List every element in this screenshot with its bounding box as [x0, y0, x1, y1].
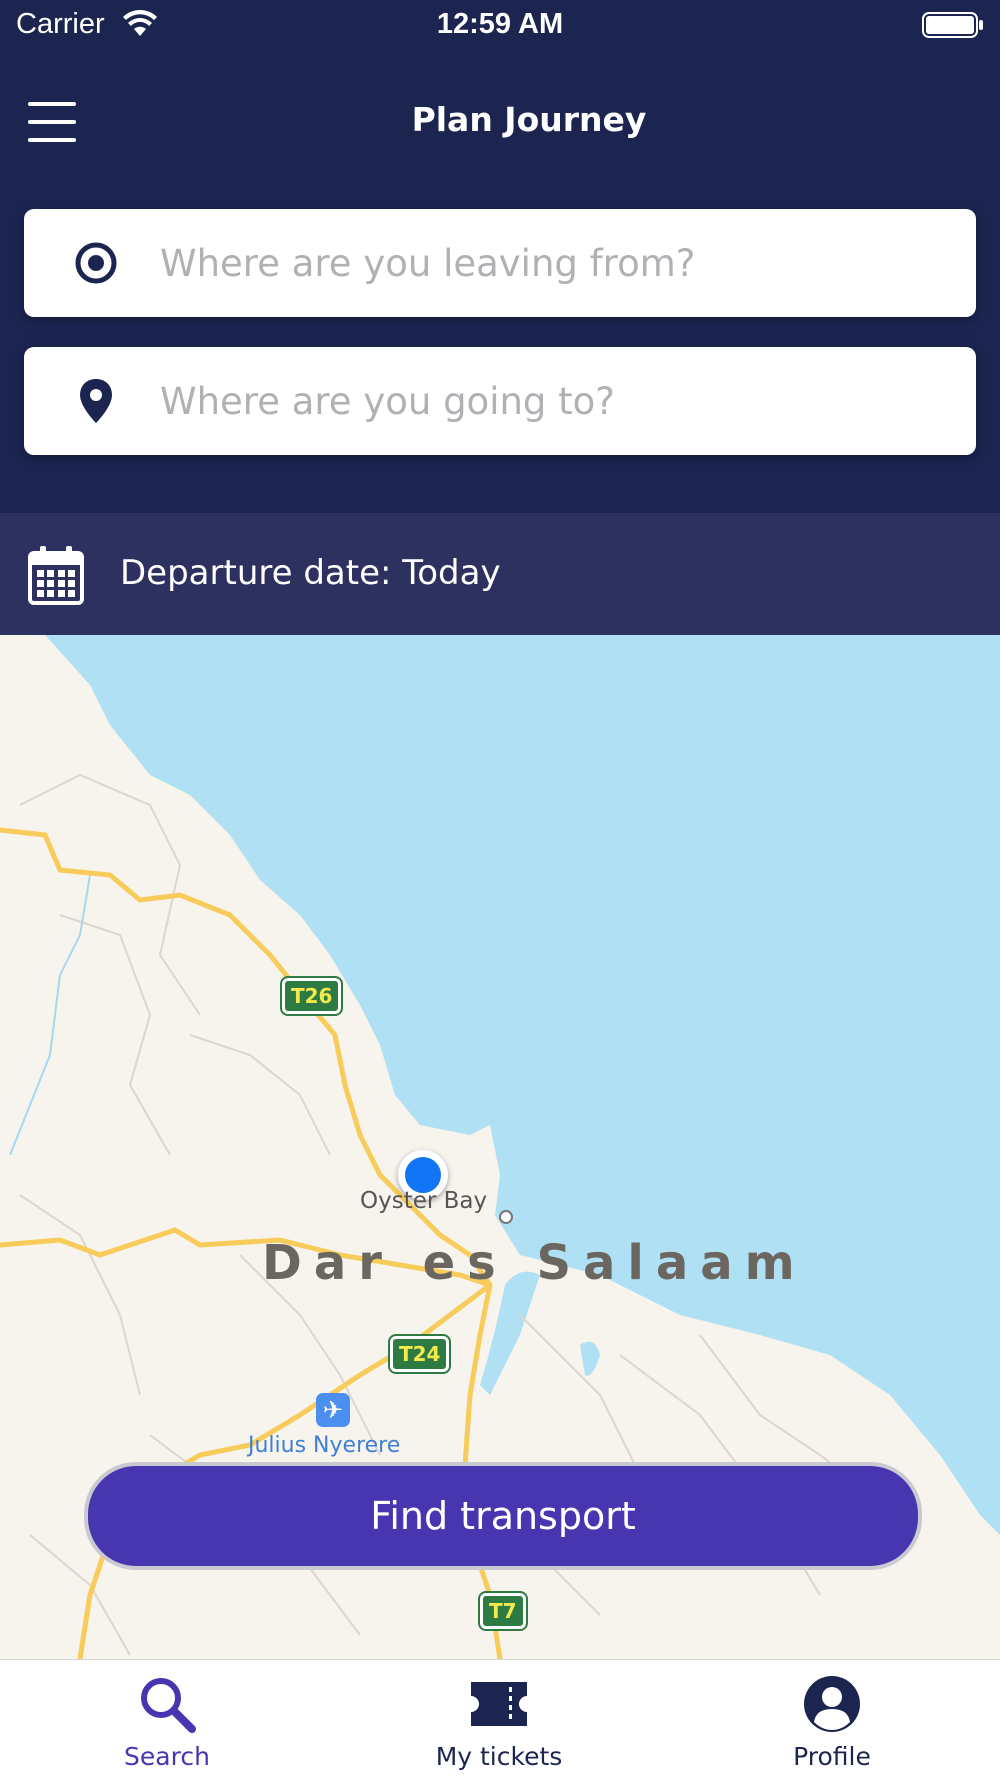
- tab-search[interactable]: Search: [42, 1660, 292, 1779]
- nav-bar: Plan Journey: [0, 50, 1000, 190]
- calendar-icon: [28, 546, 84, 605]
- battery-icon: [922, 12, 983, 38]
- tab-search-label: Search: [124, 1742, 210, 1771]
- road-badge-t24: T24: [390, 1336, 450, 1372]
- find-transport-button[interactable]: Find transport: [84, 1462, 922, 1570]
- origin-input[interactable]: [136, 229, 984, 297]
- ticket-icon: [471, 1682, 527, 1726]
- map-label-city: Dar es Salaam: [262, 1235, 807, 1291]
- tab-profile[interactable]: Profile: [707, 1660, 957, 1779]
- departure-date-bar[interactable]: Departure date: Today: [0, 513, 1000, 635]
- destination-input[interactable]: [136, 367, 984, 435]
- tab-bar: Search My tickets Profile: [0, 1659, 1000, 1779]
- airport-icon: ✈: [316, 1393, 350, 1427]
- tab-profile-label: Profile: [793, 1742, 871, 1771]
- map-label-oyster-bay: Oyster Bay: [360, 1188, 488, 1214]
- map-poi-dot: [499, 1210, 513, 1224]
- location-pin-icon: [80, 379, 112, 423]
- road-badge-t26: T26: [282, 978, 342, 1014]
- clock: 12:59 AM: [436, 8, 564, 40]
- profile-icon: [804, 1676, 860, 1732]
- page-title: Plan Journey: [411, 100, 647, 139]
- status-bar: Carrier 12:59 AM: [0, 0, 1000, 50]
- target-icon: [75, 242, 117, 284]
- tab-my-tickets[interactable]: My tickets: [374, 1660, 624, 1779]
- map-label-airport: Julius Nyerere: [248, 1433, 401, 1458]
- road-badge-t7: T7: [480, 1593, 526, 1629]
- search-icon: [141, 1678, 196, 1733]
- origin-field[interactable]: [24, 209, 984, 317]
- departure-date-label: Departure date: Today: [120, 553, 501, 593]
- tab-my-tickets-label: My tickets: [435, 1742, 563, 1771]
- destination-field[interactable]: [24, 347, 984, 455]
